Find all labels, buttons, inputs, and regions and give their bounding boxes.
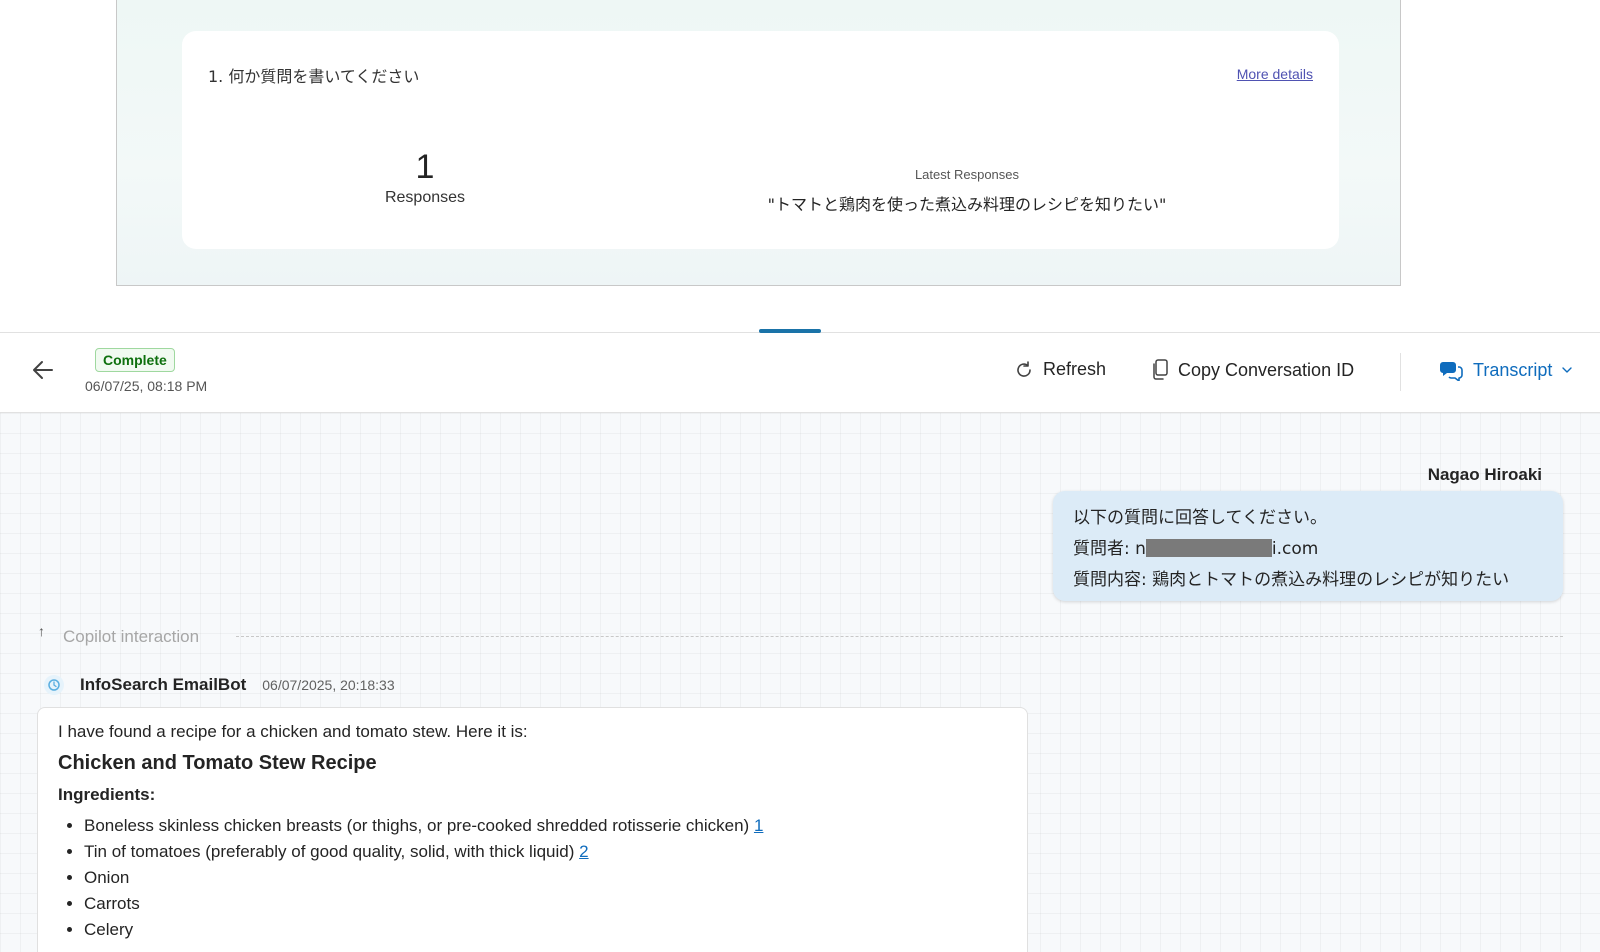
ingredients-heading: Ingredients:	[58, 785, 156, 804]
latest-responses-label: Latest Responses	[914, 167, 1020, 182]
refresh-label: Refresh	[1043, 359, 1107, 379]
more-details-link[interactable]: More details	[1237, 66, 1313, 82]
ingredient-item: Celery	[84, 917, 1007, 943]
citation-link[interactable]: 1	[754, 816, 763, 835]
copy-icon	[1153, 359, 1168, 380]
ingredient-item: Tin of tomatoes (preferably of good qual…	[84, 839, 1007, 865]
refresh-icon	[1017, 360, 1031, 377]
bot-timestamp: 06/07/2025, 20:18:33	[262, 677, 395, 693]
ingredient-text: Tin of tomatoes (preferably of good qual…	[84, 842, 580, 861]
status-badge: Complete	[95, 348, 175, 372]
response-count: 1	[415, 148, 435, 186]
survey-summary-panel: 1. 何か質問を書いてください More details 1 Responses…	[116, 0, 1401, 286]
user-message-line: 以下の質問に回答してください。	[1073, 508, 1327, 528]
bot-intro-text: I have found a recipe for a chicken and …	[58, 722, 528, 741]
arrow-left-icon	[33, 361, 53, 379]
chat-bubbles-icon	[1440, 362, 1463, 381]
bot-name: InfoSearch EmailBot	[80, 675, 247, 694]
ingredient-text: Celery	[84, 920, 134, 939]
transcript-dropdown[interactable]: Transcript	[1440, 359, 1573, 381]
user-name: Nagao Hiroaki	[1427, 465, 1542, 484]
asker-prefix: 質問者: n	[1073, 539, 1146, 559]
ingredient-text: Onion	[84, 868, 130, 887]
copy-conversation-id-label: Copy Conversation ID	[1178, 359, 1355, 380]
conversation-header: Complete 06/07/25, 08:18 PM Refresh Copy…	[0, 333, 1600, 413]
response-count-block: 1 Responses	[382, 147, 468, 207]
ingredient-item: Onion	[84, 865, 1007, 891]
user-message-bubble: 以下の質問に回答してください。 質問者: n i.com 質問内容: 鶏肉とトマト…	[1053, 491, 1563, 601]
question-title: 1. 何か質問を書いてください	[208, 67, 420, 86]
copilot-interaction-divider: ↑ Copilot interaction	[38, 623, 1563, 647]
copy-conversation-id-button[interactable]: Copy Conversation ID	[1151, 359, 1354, 381]
ingredient-text: Boneless skinless chicken breasts (or th…	[84, 816, 754, 835]
citation-link[interactable]: 2	[579, 842, 588, 861]
bot-message-card: I have found a recipe for a chicken and …	[37, 707, 1028, 952]
header-separator	[1400, 353, 1401, 391]
arrow-up-icon: ↑	[38, 623, 45, 639]
ingredients-list: Boneless skinless chicken breasts (or th…	[84, 813, 1007, 943]
asker-suffix: i.com	[1271, 539, 1319, 559]
back-button[interactable]	[28, 355, 58, 385]
dashed-divider-line	[236, 636, 1563, 637]
user-message-line: 質問内容: 鶏肉とトマトの煮込み料理のレシピが知りたい	[1073, 570, 1510, 590]
user-message-line: 質問者: n i.com	[1073, 534, 1543, 565]
latest-response-text: "トマトと鶏肉を使った煮込み料理のレシピを知りたい"	[767, 195, 1167, 214]
ingredient-item: Boneless skinless chicken breasts (or th…	[84, 813, 1007, 839]
copilot-interaction-label: Copilot interaction	[63, 627, 200, 646]
transcript-label: Transcript	[1473, 359, 1553, 380]
transcript-area[interactable]: Nagao Hiroaki 以下の質問に回答してください。 質問者: n i.co…	[0, 413, 1600, 952]
latest-responses-block: Latest Responses "トマトと鶏肉を使った煮込み料理のレシピを知り…	[702, 167, 1232, 215]
question-card: 1. 何か質問を書いてください More details 1 Responses…	[182, 31, 1339, 249]
ingredient-text: Carrots	[84, 894, 140, 913]
bot-message-header: InfoSearch EmailBot 06/07/2025, 20:18:33	[44, 675, 395, 695]
refresh-button[interactable]: Refresh	[1014, 359, 1106, 380]
responses-label: Responses	[384, 189, 466, 206]
conversation-date: 06/07/25, 08:18 PM	[85, 378, 208, 394]
ingredient-item: Carrots	[84, 891, 1007, 917]
recipe-title: Chicken and Tomato Stew Recipe	[58, 752, 377, 774]
chevron-down-icon	[1562, 367, 1573, 373]
bot-avatar-icon	[44, 675, 64, 695]
redaction-block	[1145, 539, 1272, 557]
